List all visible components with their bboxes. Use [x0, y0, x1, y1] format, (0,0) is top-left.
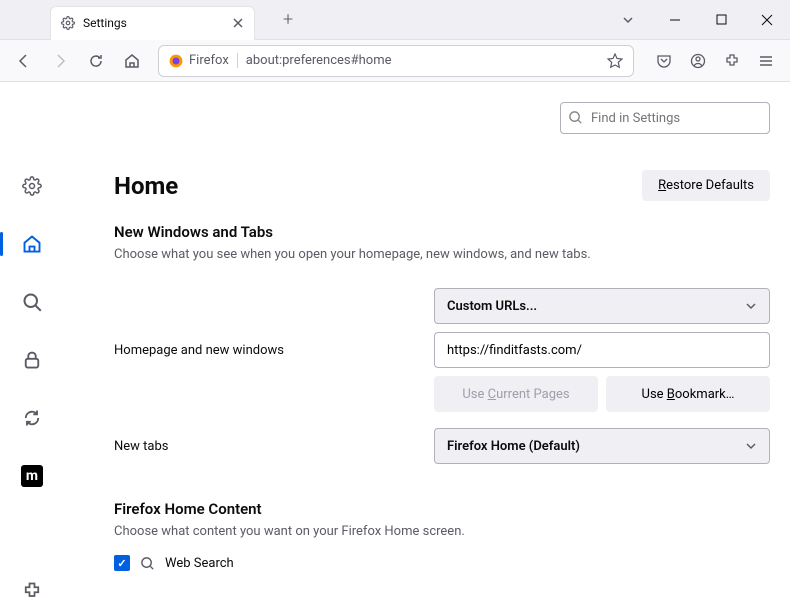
section-new-windows-desc: Choose what you see when you open your h… [114, 247, 770, 262]
m-badge-icon: m [21, 465, 43, 487]
homepage-select-value: Custom URLs... [447, 299, 537, 314]
settings-sidebar: m [0, 82, 64, 615]
websearch-label: Web Search [165, 556, 234, 571]
bookmark-star-icon[interactable] [607, 53, 623, 69]
page-title: Home [114, 172, 178, 200]
gear-icon [61, 16, 75, 30]
chevron-down-icon[interactable] [604, 14, 652, 26]
sidebar-item-privacy[interactable] [18, 346, 46, 374]
new-tab-button[interactable]: + [275, 9, 301, 30]
sidebar-item-home[interactable] [18, 230, 46, 258]
close-window-button[interactable] [744, 0, 790, 40]
browser-toolbar: Firefox about:preferences#home [0, 40, 790, 82]
use-bookmark-button[interactable]: Use Bookmark… [606, 376, 770, 412]
account-icon[interactable] [682, 45, 714, 77]
firefox-icon [169, 54, 183, 68]
window-titlebar: Settings + [0, 0, 790, 40]
close-icon[interactable] [232, 17, 244, 29]
url-text: about:preferences#home [246, 53, 599, 68]
home-button[interactable] [116, 45, 148, 77]
sidebar-item-general[interactable] [18, 172, 46, 200]
section-home-content-desc: Choose what content you want on your Fir… [114, 524, 770, 539]
chevron-down-icon [745, 440, 757, 452]
settings-main: Home Restore Defaults New Windows and Ta… [64, 82, 790, 615]
section-new-windows-title: New Windows and Tabs [114, 223, 770, 241]
homepage-url-input[interactable] [434, 332, 770, 368]
find-in-settings-input[interactable] [560, 102, 770, 134]
section-home-content-title: Firefox Home Content [114, 500, 770, 518]
forward-button[interactable] [44, 45, 76, 77]
site-identity: Firefox [169, 53, 238, 68]
homepage-label: Homepage and new windows [114, 343, 424, 358]
sidebar-item-extensions[interactable] [18, 587, 46, 615]
reload-button[interactable] [80, 45, 112, 77]
restore-defaults-button[interactable]: Restore Defaults [642, 170, 770, 201]
newtabs-select[interactable]: Firefox Home (Default) [434, 428, 770, 464]
websearch-checkbox[interactable] [114, 555, 130, 571]
minimize-button[interactable] [652, 0, 698, 40]
homepage-mode-select[interactable]: Custom URLs... [434, 288, 770, 324]
sidebar-item-sync[interactable] [18, 404, 46, 432]
sidebar-item-search[interactable] [18, 288, 46, 316]
use-current-pages-button[interactable]: Use Current Pages [434, 376, 598, 412]
newtabs-select-value: Firefox Home (Default) [447, 439, 580, 454]
newtabs-label: New tabs [114, 439, 424, 454]
maximize-button[interactable] [698, 0, 744, 40]
url-bar[interactable]: Firefox about:preferences#home [158, 45, 634, 77]
back-button[interactable] [8, 45, 40, 77]
sidebar-item-more[interactable]: m [18, 462, 46, 490]
pocket-icon[interactable] [648, 45, 680, 77]
browser-tab[interactable]: Settings [50, 6, 255, 40]
extensions-icon[interactable] [716, 45, 748, 77]
chevron-down-icon [745, 300, 757, 312]
menu-icon[interactable] [750, 45, 782, 77]
search-icon [568, 110, 583, 125]
search-icon [140, 556, 155, 571]
tab-title: Settings [83, 16, 232, 30]
